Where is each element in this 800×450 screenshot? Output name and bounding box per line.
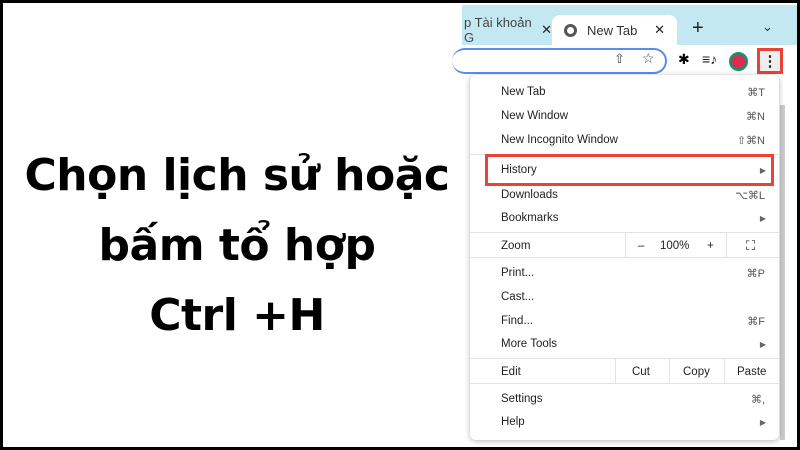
tab-bar: p Tài khoản G ✕ New Tab ✕ + ⌄ <box>462 5 797 45</box>
divider <box>615 358 616 383</box>
tab-title: p Tài khoản G <box>464 15 532 45</box>
zoom-label: Zoom <box>501 240 531 252</box>
menu-item-bookmarks[interactable]: Bookmarks ▶ <box>470 207 779 229</box>
new-tab-button[interactable]: + <box>692 17 704 40</box>
menu-label: Print... <box>501 267 535 279</box>
tab-title: New Tab <box>587 22 638 38</box>
submenu-arrow-icon: ▶ <box>759 213 766 223</box>
menu-label: Settings <box>501 393 543 405</box>
toolbar: ⇧ ☆ ✱ ≡♪ ⋮ <box>452 45 797 77</box>
copy-button[interactable]: Copy <box>683 366 710 378</box>
chrome-icon <box>564 23 577 37</box>
media-control-icon[interactable]: ≡♪ <box>702 51 717 67</box>
divider <box>724 358 725 383</box>
tab-account[interactable]: p Tài khoản G ✕ <box>462 15 552 45</box>
menu-item-downloads[interactable]: Downloads ⌥⌘L <box>470 184 779 206</box>
menu-item-more-tools[interactable]: More Tools ▶ <box>470 333 779 355</box>
menu-label: Downloads <box>501 189 558 201</box>
tab-search-chevron-icon[interactable]: ⌄ <box>762 19 773 35</box>
fullscreen-icon[interactable]: ⛶ <box>746 238 755 254</box>
shortcut: ⌥⌘L <box>735 189 765 202</box>
menu-label: Help <box>501 416 525 428</box>
zoom-in-button[interactable]: + <box>707 240 714 252</box>
bookmark-star-icon[interactable]: ☆ <box>642 50 655 67</box>
shortcut: ⇧⌘N <box>736 134 765 147</box>
menu-edit-row: Edit Cut Copy Paste <box>470 361 779 383</box>
shortcut: ⌘T <box>747 86 765 99</box>
caption: Chọn lịch sử hoặc bấm tổ hợp Ctrl +H <box>3 141 471 351</box>
divider <box>470 358 779 359</box>
divider <box>470 383 779 384</box>
zoom-out-button[interactable]: – <box>638 240 644 252</box>
share-icon[interactable]: ⇧ <box>614 51 625 67</box>
submenu-arrow-icon: ▶ <box>759 339 766 349</box>
shortcut: ⌘P <box>746 267 765 280</box>
menu-label: Find... <box>501 315 533 327</box>
caption-line: Chọn lịch sử hoặc <box>24 150 450 201</box>
chrome-menu: New Tab ⌘T New Window ⌘N New Incognito Win… <box>470 75 779 440</box>
divider <box>470 257 779 258</box>
menu-item-cast[interactable]: Cast... <box>470 286 779 308</box>
menu-item-settings[interactable]: Settings ⌘, <box>470 388 779 410</box>
menu-item-help[interactable]: Help ▶ <box>470 411 779 433</box>
menu-item-new-incognito-window[interactable]: New Incognito Window ⇧⌘N <box>470 129 779 151</box>
zoom-level: 100% <box>660 240 690 252</box>
caption-line: bấm tổ hợp <box>98 220 376 271</box>
submenu-arrow-icon: ▶ <box>759 417 766 427</box>
menu-item-print[interactable]: Print... ⌘P <box>470 262 779 284</box>
menu-item-find[interactable]: Find... ⌘F <box>470 310 779 332</box>
menu-label: More Tools <box>501 338 558 350</box>
caption-line: Ctrl +H <box>149 290 325 341</box>
divider <box>726 232 727 257</box>
divider <box>669 358 670 383</box>
shortcut: ⌘F <box>747 315 765 328</box>
menu-label: Bookmarks <box>501 212 559 224</box>
shortcut: ⌘, <box>750 393 765 406</box>
paste-button[interactable]: Paste <box>737 366 766 378</box>
divider <box>625 232 626 257</box>
browser-window: p Tài khoản G ✕ New Tab ✕ + ⌄ ⇧ ☆ ✱ ≡♪ ⋮… <box>452 5 797 447</box>
menu-item-new-window[interactable]: New Window ⌘N <box>470 105 779 127</box>
cut-button[interactable]: Cut <box>632 366 650 378</box>
menu-label: New Incognito Window <box>501 134 618 146</box>
chrome-menu-button[interactable]: ⋮ <box>757 48 783 74</box>
menu-label: Cast... <box>501 291 535 303</box>
menu-item-new-tab[interactable]: New Tab ⌘T <box>470 81 779 103</box>
scrollbar[interactable] <box>780 105 785 440</box>
extensions-icon[interactable]: ✱ <box>678 51 690 68</box>
close-icon[interactable]: ✕ <box>654 22 665 38</box>
close-icon[interactable]: ✕ <box>541 22 552 38</box>
profile-avatar[interactable] <box>729 52 748 71</box>
frame: Chọn lịch sử hoặc bấm tổ hợp Ctrl +H p T… <box>3 3 797 447</box>
history-highlight-box <box>485 154 774 186</box>
tab-new-tab[interactable]: New Tab ✕ <box>552 15 677 45</box>
menu-label: New Window <box>501 110 569 122</box>
edit-label: Edit <box>501 366 521 378</box>
menu-label: New Tab <box>501 86 546 98</box>
shortcut: ⌘N <box>746 110 765 123</box>
address-bar[interactable] <box>452 48 667 74</box>
